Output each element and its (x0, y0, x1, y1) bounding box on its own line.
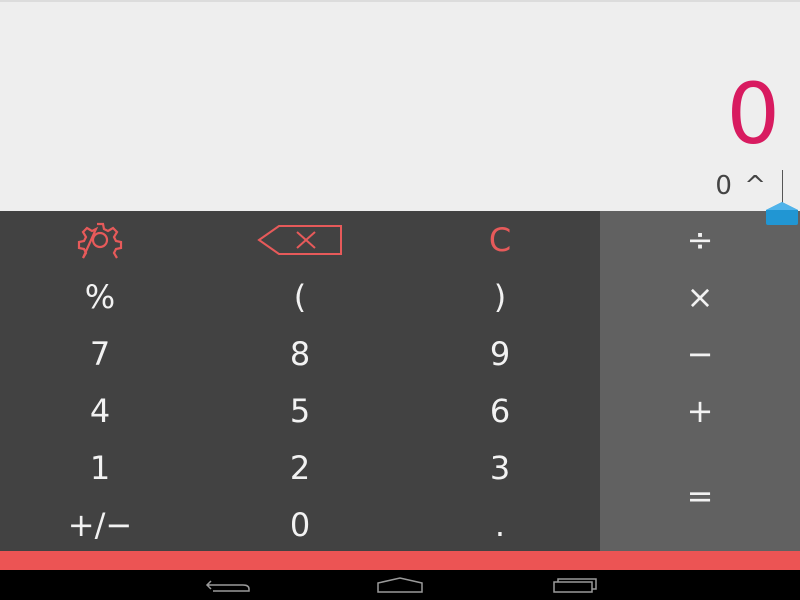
recents-icon (553, 578, 597, 593)
nav-home-button[interactable] (370, 574, 430, 596)
nav-back-button[interactable] (198, 574, 258, 596)
accent-bar (0, 551, 800, 570)
sign-toggle-button[interactable]: +/− (0, 496, 200, 553)
plus-button[interactable]: + (600, 382, 800, 439)
close-paren-button[interactable]: ) (400, 268, 600, 325)
nav-recents-button[interactable] (543, 574, 603, 596)
expression-display[interactable]: 0 ^ (715, 170, 768, 202)
minus-button[interactable]: − (600, 325, 800, 382)
digit-6-button[interactable]: 6 (400, 382, 600, 439)
backspace-icon (257, 224, 342, 255)
percent-button[interactable]: % (0, 268, 200, 325)
digit-2-button[interactable]: 2 (200, 439, 400, 496)
digit-5-button[interactable]: 5 (200, 382, 400, 439)
gear-icon (77, 222, 123, 259)
digit-4-button[interactable]: 4 (0, 382, 200, 439)
open-paren-button[interactable]: ( (200, 268, 400, 325)
digit-3-button[interactable]: 3 (400, 439, 600, 496)
equals-button[interactable]: = (600, 439, 800, 553)
digit-1-button[interactable]: 1 (0, 439, 200, 496)
digit-7-button[interactable]: 7 (0, 325, 200, 382)
cursor-handle[interactable] (765, 201, 799, 225)
home-icon (377, 577, 423, 593)
clear-button[interactable]: C (400, 211, 600, 268)
keypad: C % ( ) 7 8 9 4 5 6 1 2 3 +/− 0 . (0, 211, 600, 551)
digit-9-button[interactable]: 9 (400, 325, 600, 382)
digit-0-button[interactable]: 0 (200, 496, 400, 553)
display-panel: 0 0 ^ (0, 0, 800, 211)
back-icon (205, 580, 250, 592)
settings-button[interactable] (0, 211, 200, 268)
backspace-button[interactable] (200, 211, 400, 268)
operator-panel: ÷ × − + = (600, 211, 800, 551)
digit-8-button[interactable]: 8 (200, 325, 400, 382)
system-nav-bar (0, 570, 800, 600)
multiply-button[interactable]: × (600, 268, 800, 325)
result-display: 0 (726, 65, 780, 163)
decimal-button[interactable]: . (400, 496, 600, 553)
